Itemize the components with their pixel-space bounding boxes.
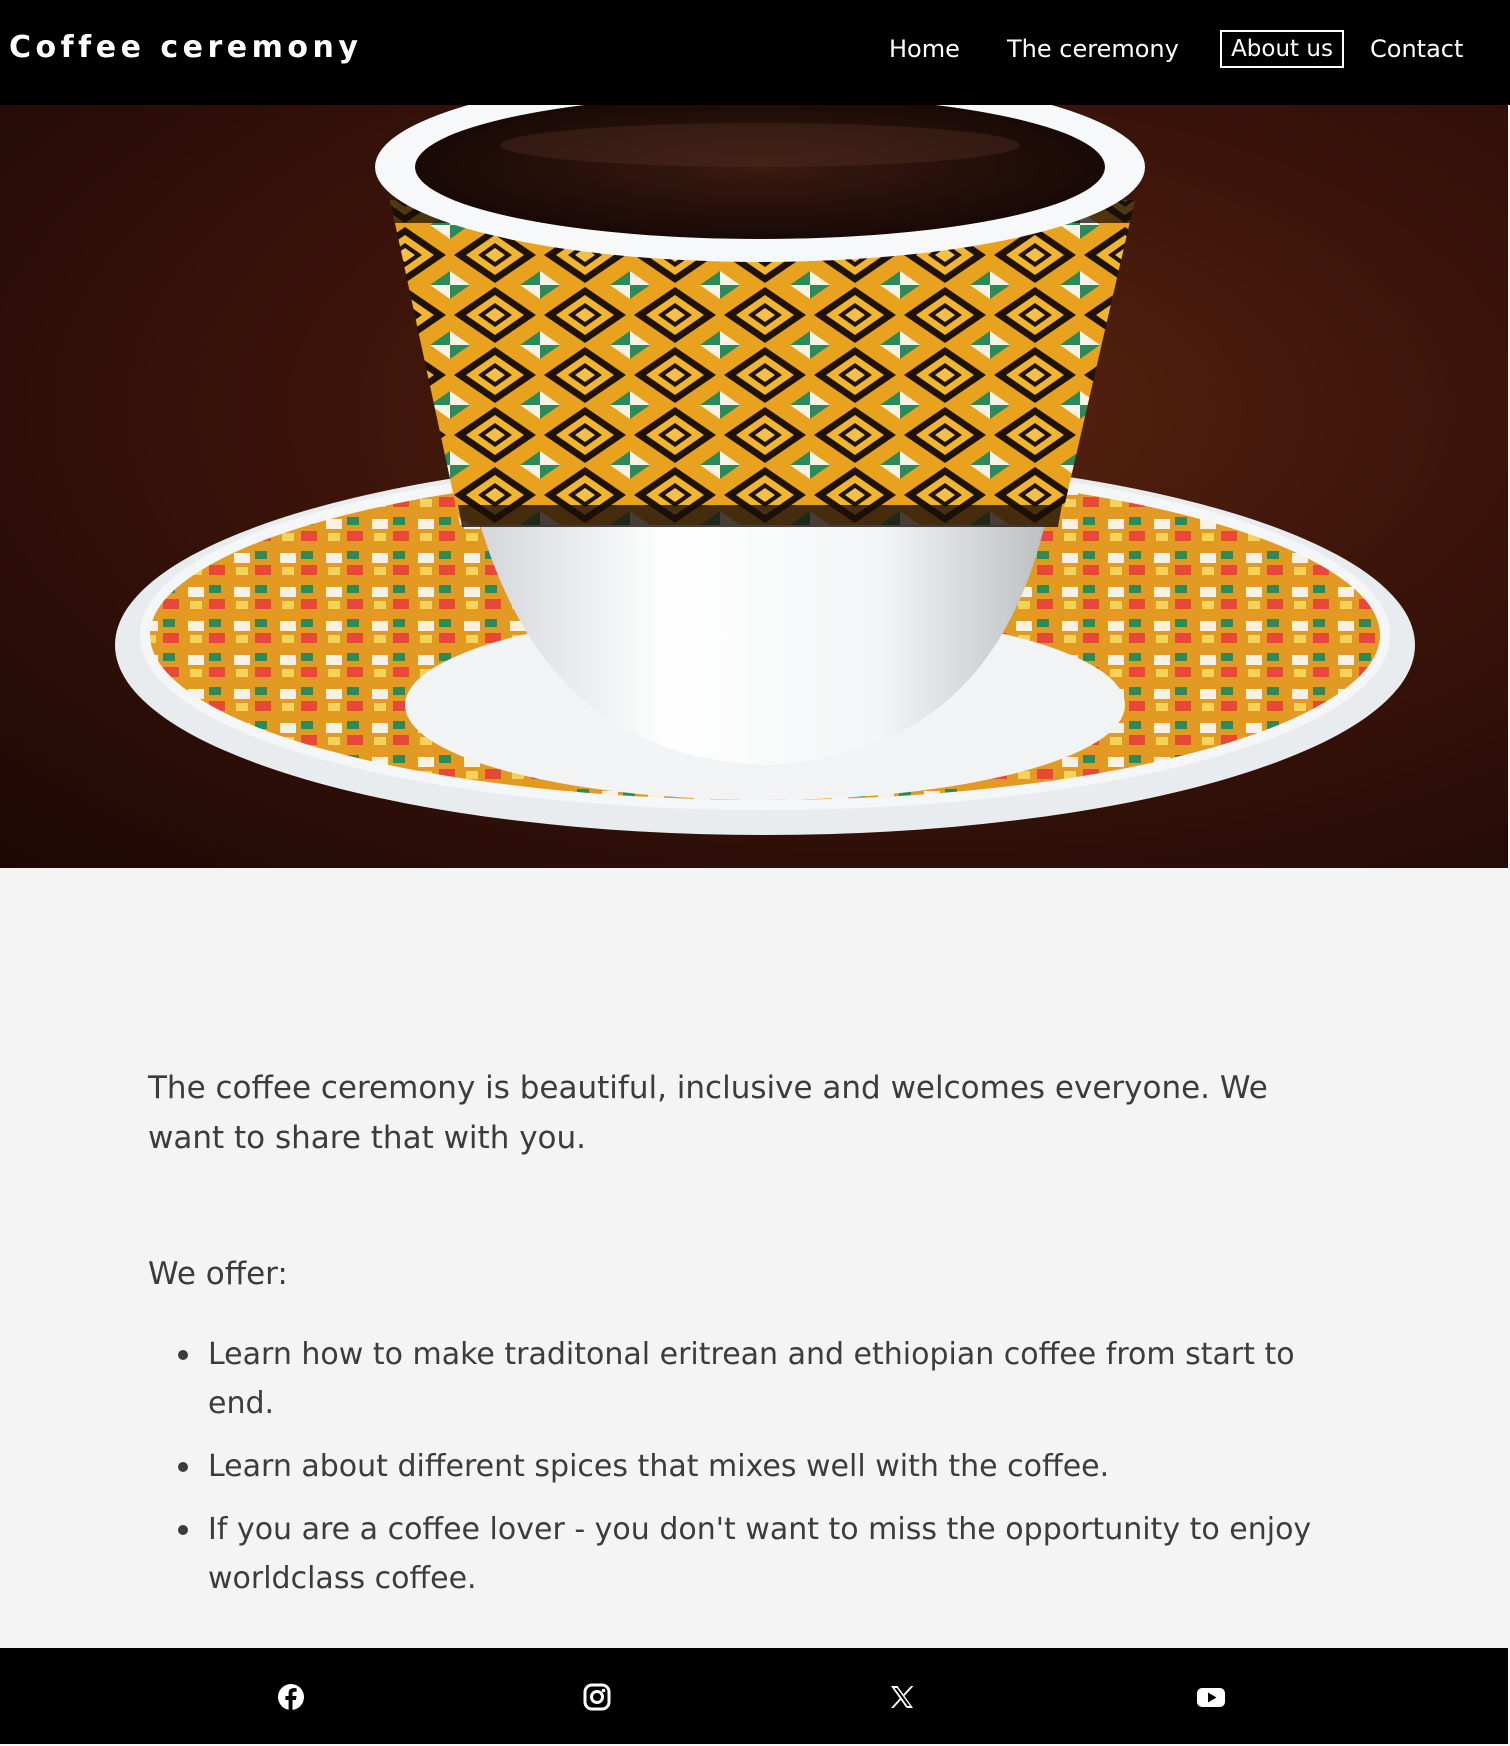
- bullet-icon: [178, 1462, 188, 1472]
- nav-about-us[interactable]: About us: [1220, 30, 1344, 68]
- bullet-icon: [178, 1525, 188, 1535]
- offer-text: Learn about different spices that mixes …: [208, 1449, 1110, 1484]
- list-item: If you are a coffee lover - you don't wa…: [148, 1505, 1348, 1603]
- offer-text: If you are a coffee lover - you don't wa…: [208, 1512, 1312, 1596]
- bullet-icon: [178, 1350, 188, 1360]
- site-header: Coffee ceremony Home The ceremony About …: [0, 0, 1510, 105]
- x-icon[interactable]: [888, 1683, 918, 1713]
- offer-heading: We offer:: [148, 1256, 288, 1292]
- offer-list: Learn how to make traditonal eritrean an…: [148, 1330, 1348, 1617]
- list-item: Learn how to make traditonal eritrean an…: [148, 1330, 1348, 1428]
- instagram-icon[interactable]: [583, 1683, 613, 1713]
- nav-contact[interactable]: Contact: [1370, 30, 1463, 68]
- hero-image: [0, 105, 1508, 868]
- youtube-icon[interactable]: [1196, 1683, 1226, 1713]
- about-content: The coffee ceremony is beautiful, inclus…: [0, 868, 1508, 1648]
- nav-home[interactable]: Home: [889, 30, 960, 68]
- list-item: Learn about different spices that mixes …: [148, 1442, 1348, 1491]
- offer-text: Learn how to make traditonal eritrean an…: [208, 1337, 1295, 1421]
- brand-logo[interactable]: Coffee ceremony: [9, 26, 362, 70]
- facebook-icon[interactable]: [277, 1683, 307, 1713]
- intro-text: The coffee ceremony is beautiful, inclus…: [148, 1070, 1268, 1156]
- nav-the-ceremony[interactable]: The ceremony: [1007, 30, 1179, 68]
- site-footer: [0, 1648, 1508, 1744]
- coffee-cup-illustration: [115, 105, 1415, 835]
